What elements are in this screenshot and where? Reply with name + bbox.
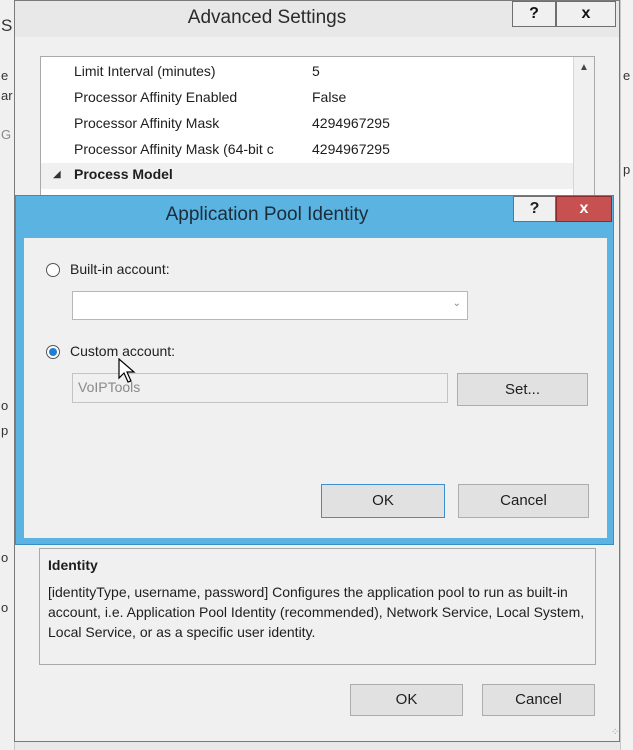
background-window-right <box>620 0 633 750</box>
scroll-up-icon[interactable]: ▲ <box>574 57 594 79</box>
bg-fragment: o <box>1 398 9 413</box>
custom-account-label[interactable]: Custom account: <box>70 343 175 359</box>
bg-fragment: p <box>623 162 631 177</box>
property-value[interactable]: 5 <box>312 63 320 79</box>
help-button[interactable]: ? <box>512 1 556 27</box>
property-row[interactable]: Processor Affinity Enabled False <box>41 85 576 111</box>
property-grid: Limit Interval (minutes) 5 Processor Aff… <box>40 56 595 206</box>
description-panel: Identity [identityType, username, passwo… <box>39 548 596 665</box>
property-row[interactable]: Processor Affinity Mask (64-bit c 429496… <box>41 137 576 163</box>
resize-grip-icon[interactable]: ⁘ <box>611 727 619 738</box>
builtin-account-radio[interactable] <box>46 263 60 277</box>
bg-fragment: p <box>1 423 9 438</box>
advanced-settings-titlebar: Advanced Settings ? x <box>15 1 619 37</box>
bg-fragment: G <box>1 127 12 142</box>
description-title: Identity <box>48 557 98 573</box>
dialog-cancel-button[interactable]: Cancel <box>458 484 589 518</box>
property-grid-scrollbar[interactable]: ▲ <box>573 57 594 205</box>
background-window-left <box>0 0 15 750</box>
property-value[interactable]: False <box>312 89 346 105</box>
bg-fragment: S <box>1 16 13 35</box>
bg-fragment: o <box>1 550 9 565</box>
dialog-ok-button[interactable]: OK <box>321 484 445 518</box>
property-row[interactable]: Processor Affinity Mask 4294967295 <box>41 111 576 137</box>
property-name: Limit Interval (minutes) <box>74 63 216 79</box>
application-pool-identity-dialog: Application Pool Identity ? x Built-in a… <box>15 195 614 545</box>
bg-fragment: e <box>623 68 631 83</box>
bg-fragment: e <box>1 68 9 83</box>
cancel-button[interactable]: Cancel <box>482 684 595 716</box>
property-name: Processor Affinity Mask <box>74 115 220 131</box>
description-text: [identityType, username, password] Confi… <box>48 584 585 640</box>
category-label: Process Model <box>74 166 173 182</box>
dialog-close-button[interactable]: x <box>556 196 612 222</box>
bg-fragment: o <box>1 600 9 615</box>
triangle-down-icon[interactable]: ◢ <box>53 169 61 180</box>
builtin-account-label[interactable]: Built-in account: <box>70 261 170 277</box>
builtin-account-dropdown[interactable]: ⌄ <box>72 291 468 320</box>
custom-account-radio[interactable] <box>46 345 60 359</box>
dialog-help-button[interactable]: ? <box>513 196 556 222</box>
property-name: Processor Affinity Enabled <box>74 89 238 105</box>
category-row-process-model[interactable]: ◢ Process Model <box>41 163 576 189</box>
property-value[interactable]: 4294967295 <box>312 141 390 157</box>
dialog-client-area: Built-in account: ⌄ Custom account: VoIP… <box>24 238 607 538</box>
property-row[interactable]: Limit Interval (minutes) 5 <box>41 59 576 85</box>
mouse-cursor-icon <box>118 358 136 383</box>
ok-button[interactable]: OK <box>350 684 463 716</box>
bg-fragment: ar <box>1 88 13 103</box>
chevron-down-icon[interactable]: ⌄ <box>453 298 461 309</box>
advanced-settings-title: Advanced Settings <box>187 7 347 28</box>
dialog-title: Application Pool Identity <box>165 204 369 225</box>
set-button[interactable]: Set... <box>457 373 588 406</box>
close-button[interactable]: x <box>556 1 616 27</box>
property-name: Processor Affinity Mask (64-bit c <box>74 141 274 157</box>
property-value[interactable]: 4294967295 <box>312 115 390 131</box>
